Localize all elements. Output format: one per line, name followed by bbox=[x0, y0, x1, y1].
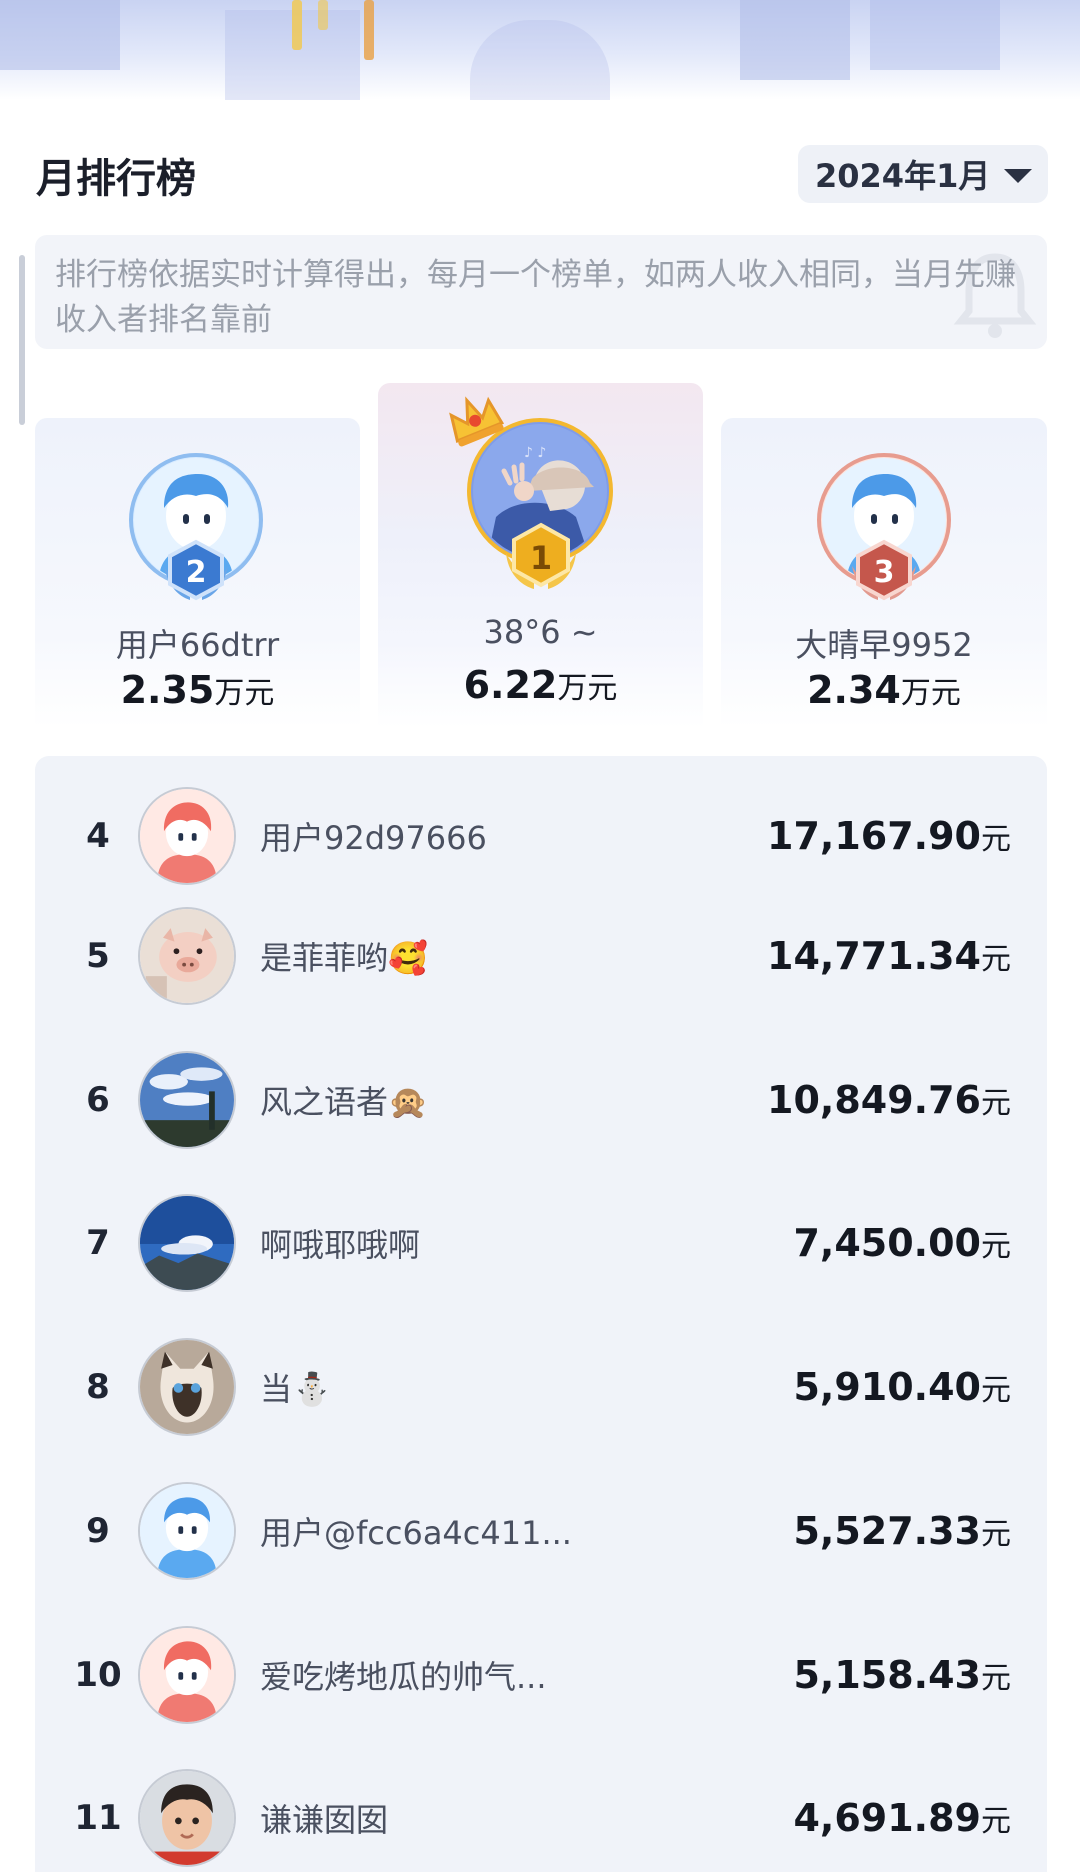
income-amount: 14,771.34元 bbox=[767, 934, 1011, 978]
income-value: 5,158.43 bbox=[793, 1653, 981, 1697]
scroll-indicator[interactable] bbox=[19, 255, 25, 425]
income-value: 4,691.89 bbox=[793, 1796, 981, 1840]
child-avatar bbox=[138, 1769, 236, 1867]
income-amount: 5,158.43元 bbox=[793, 1653, 1011, 1697]
rank-number: 7 bbox=[86, 1223, 110, 1263]
rank-3-medal-icon: 3 bbox=[852, 539, 916, 601]
income-value: 7,450.00 bbox=[793, 1221, 981, 1265]
podium-amount: 2.35万元 bbox=[35, 668, 360, 712]
income-value: 10,849.76 bbox=[767, 1078, 981, 1122]
list-item[interactable]: 8 当⛄ 5,910.40元 bbox=[35, 1327, 1047, 1447]
podium-card-rank-3[interactable]: 3 大晴早9952 2.34万元 bbox=[721, 418, 1047, 728]
svg-text:2: 2 bbox=[186, 555, 207, 590]
svg-text:♪ ♪: ♪ ♪ bbox=[524, 445, 546, 461]
rank-2-medal-icon: 2 bbox=[164, 539, 228, 601]
rank-number: 9 bbox=[86, 1511, 110, 1551]
notice-text: 排行榜依据实时计算得出，每月一个榜单，如两人收入相同，当月先赚收入者排名靠前 bbox=[55, 257, 1016, 338]
user-name: 用户92d97666 bbox=[260, 819, 487, 857]
page-title: 月排行榜 bbox=[36, 156, 196, 202]
podium-name: 大晴早9952 bbox=[795, 626, 973, 664]
user-name: 当⛄ bbox=[260, 1370, 332, 1408]
income-amount: 5,527.33元 bbox=[793, 1509, 1011, 1553]
rank-number: 6 bbox=[86, 1080, 110, 1120]
boy-avatar bbox=[138, 1482, 236, 1580]
income-unit: 元 bbox=[981, 1804, 1011, 1839]
income-amount: 4,691.89元 bbox=[793, 1796, 1011, 1840]
income-unit: 元 bbox=[981, 822, 1011, 857]
podium-amount-unit: 万元 bbox=[214, 676, 275, 711]
list-item[interactable]: 10 爱吃烤地瓜的帅气... 5,158.43元 bbox=[35, 1615, 1047, 1735]
rank-number: 5 bbox=[86, 936, 110, 976]
sky-avatar bbox=[138, 1051, 236, 1149]
income-value: 5,527.33 bbox=[793, 1509, 981, 1553]
list-item[interactable]: 9 用户@fcc6a4c411... 5,527.33元 bbox=[35, 1471, 1047, 1591]
podium-amount: 2.34万元 bbox=[721, 668, 1047, 712]
ranking-list: 4 用户92d97666 17,167.90元 5 是菲菲哟🥰 14,771.3… bbox=[35, 756, 1047, 1872]
income-unit: 元 bbox=[981, 1086, 1011, 1121]
svg-text:1: 1 bbox=[530, 539, 552, 577]
user-name: 风之语者🙊 bbox=[260, 1083, 428, 1121]
income-amount: 7,450.00元 bbox=[793, 1221, 1011, 1265]
user-name: 是菲菲哟🥰 bbox=[260, 939, 428, 977]
user-name: 啊哦耶哦啊 bbox=[260, 1226, 421, 1264]
month-selector[interactable]: 2024年1月 bbox=[798, 145, 1048, 203]
income-unit: 元 bbox=[981, 1229, 1011, 1264]
income-amount: 17,167.90元 bbox=[767, 814, 1011, 858]
podium-amount-unit: 万元 bbox=[557, 671, 618, 706]
income-value: 17,167.90 bbox=[767, 814, 981, 858]
svg-text:3: 3 bbox=[874, 555, 895, 590]
girl-avatar bbox=[138, 1626, 236, 1724]
rank-number: 10 bbox=[74, 1655, 122, 1695]
rank-1-medal-icon: 1 bbox=[506, 522, 576, 589]
user-name: 爱吃烤地瓜的帅气... bbox=[260, 1658, 547, 1696]
list-item[interactable]: 5 是菲菲哟🥰 14,771.34元 bbox=[35, 896, 1047, 1016]
list-item[interactable]: 4 用户92d97666 17,167.90元 bbox=[35, 776, 1047, 896]
podium-card-rank-2[interactable]: 2 用户66dtrr 2.35万元 bbox=[35, 418, 360, 728]
income-value: 14,771.34 bbox=[767, 934, 981, 978]
income-unit: 元 bbox=[981, 1517, 1011, 1552]
ranking-notice: 排行榜依据实时计算得出，每月一个榜单，如两人收入相同，当月先赚收入者排名靠前 bbox=[35, 235, 1047, 349]
podium-name: 用户66dtrr bbox=[115, 626, 280, 664]
podium-amount: 6.22万元 bbox=[378, 663, 703, 707]
podium-name: 38°6 ~ bbox=[483, 613, 598, 651]
rank-number: 4 bbox=[86, 816, 110, 856]
cat-avatar bbox=[138, 1338, 236, 1436]
income-value: 5,910.40 bbox=[793, 1365, 981, 1409]
header-banner bbox=[0, 0, 1080, 100]
user-name: 谦谦囡囡 bbox=[260, 1801, 389, 1839]
user-name: 用户@fcc6a4c411... bbox=[260, 1514, 572, 1552]
pig-avatar bbox=[138, 907, 236, 1005]
list-item[interactable]: 11 谦谦囡囡 4,691.89元 bbox=[35, 1758, 1047, 1872]
podium-card-rank-1[interactable]: ♪ ♪ 1 38°6 ~ 6.22万元 bbox=[378, 383, 703, 728]
list-item[interactable]: 7 啊哦耶哦啊 7,450.00元 bbox=[35, 1183, 1047, 1303]
income-unit: 元 bbox=[981, 942, 1011, 977]
rank-number: 11 bbox=[74, 1798, 122, 1838]
caret-down-icon bbox=[1004, 169, 1033, 183]
income-unit: 元 bbox=[981, 1661, 1011, 1696]
income-unit: 元 bbox=[981, 1373, 1011, 1408]
girl-avatar bbox=[138, 787, 236, 885]
rank-number: 8 bbox=[86, 1367, 110, 1407]
podium-amount-value: 2.35 bbox=[120, 668, 215, 712]
income-amount: 5,910.40元 bbox=[793, 1365, 1011, 1409]
list-item[interactable]: 6 风之语者🙊 10,849.76元 bbox=[35, 1040, 1047, 1160]
podium-amount-value: 2.34 bbox=[807, 668, 901, 712]
podium-amount-value: 6.22 bbox=[463, 663, 558, 707]
month-selector-label: 2024年1月 bbox=[815, 157, 991, 195]
podium-amount-unit: 万元 bbox=[900, 676, 961, 711]
income-amount: 10,849.76元 bbox=[767, 1078, 1011, 1122]
sky-avatar bbox=[138, 1194, 236, 1292]
